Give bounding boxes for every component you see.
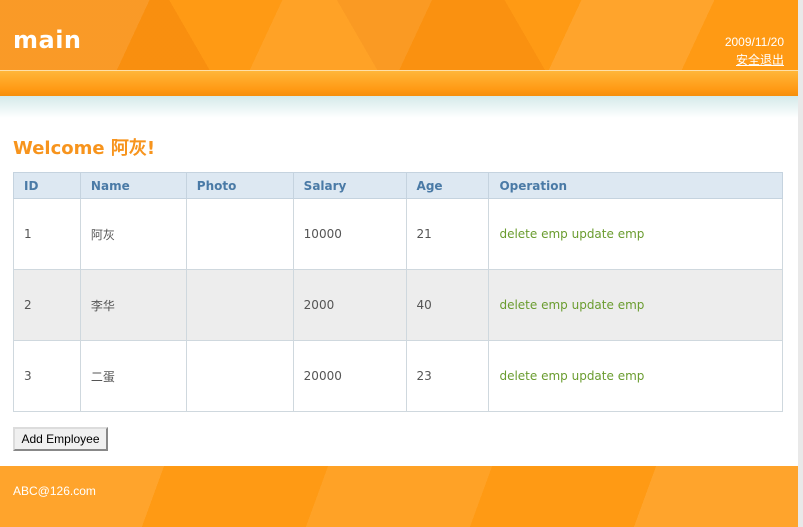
update-emp-link[interactable]: update emp xyxy=(572,298,645,312)
table-header-row: ID Name Photo Salary Age Operation xyxy=(13,172,783,199)
cell-id: 1 xyxy=(13,198,81,270)
window-edge xyxy=(798,0,803,527)
table-row: 1 阿灰 10000 21 delete emp update emp xyxy=(13,198,783,270)
nav-bar xyxy=(0,70,798,97)
date-display: 2009/11/20 xyxy=(724,35,784,49)
cell-operation: delete emp update emp xyxy=(488,198,783,270)
cell-photo xyxy=(185,340,294,412)
delete-emp-link[interactable]: delete emp xyxy=(499,298,567,312)
update-emp-link[interactable]: update emp xyxy=(572,227,645,241)
delete-emp-link[interactable]: delete emp xyxy=(499,369,567,383)
cell-salary: 10000 xyxy=(292,198,407,270)
table-row: 2 李华 2000 40 delete emp update emp xyxy=(13,269,783,341)
welcome-heading: Welcome 阿灰! xyxy=(13,138,156,159)
cell-operation: delete emp update emp xyxy=(488,340,783,412)
delete-emp-link[interactable]: delete emp xyxy=(499,227,567,241)
header-banner: main 2009/11/20 安全退出 xyxy=(0,0,798,70)
update-emp-link[interactable]: update emp xyxy=(572,369,645,383)
nav-bar-shadow xyxy=(0,96,798,118)
cell-name: 李华 xyxy=(79,269,187,341)
cell-age: 23 xyxy=(405,340,490,412)
column-header-id: ID xyxy=(13,172,81,199)
column-header-salary: Salary xyxy=(292,172,407,199)
employee-table: ID Name Photo Salary Age Operation 1 阿灰 … xyxy=(13,172,783,412)
table-row: 3 二蛋 20000 23 delete emp update emp xyxy=(13,340,783,412)
footer-email: ABC@126.com xyxy=(13,484,96,498)
cell-name: 二蛋 xyxy=(79,340,187,412)
column-header-photo: Photo xyxy=(185,172,294,199)
add-employee-button[interactable]: Add Employee xyxy=(13,427,108,451)
logout-link[interactable]: 安全退出 xyxy=(736,51,784,68)
cell-age: 21 xyxy=(405,198,490,270)
cell-salary: 2000 xyxy=(292,269,407,341)
column-header-name: Name xyxy=(79,172,187,199)
cell-operation: delete emp update emp xyxy=(488,269,783,341)
cell-id: 3 xyxy=(13,340,81,412)
cell-photo xyxy=(185,198,294,270)
column-header-operation: Operation xyxy=(488,172,783,199)
cell-age: 40 xyxy=(405,269,490,341)
column-header-age: Age xyxy=(405,172,490,199)
cell-salary: 20000 xyxy=(292,340,407,412)
footer-banner: ABC@126.com xyxy=(0,466,798,527)
cell-name: 阿灰 xyxy=(79,198,187,270)
cell-photo xyxy=(185,269,294,341)
logo: main xyxy=(13,26,82,54)
cell-id: 2 xyxy=(13,269,81,341)
